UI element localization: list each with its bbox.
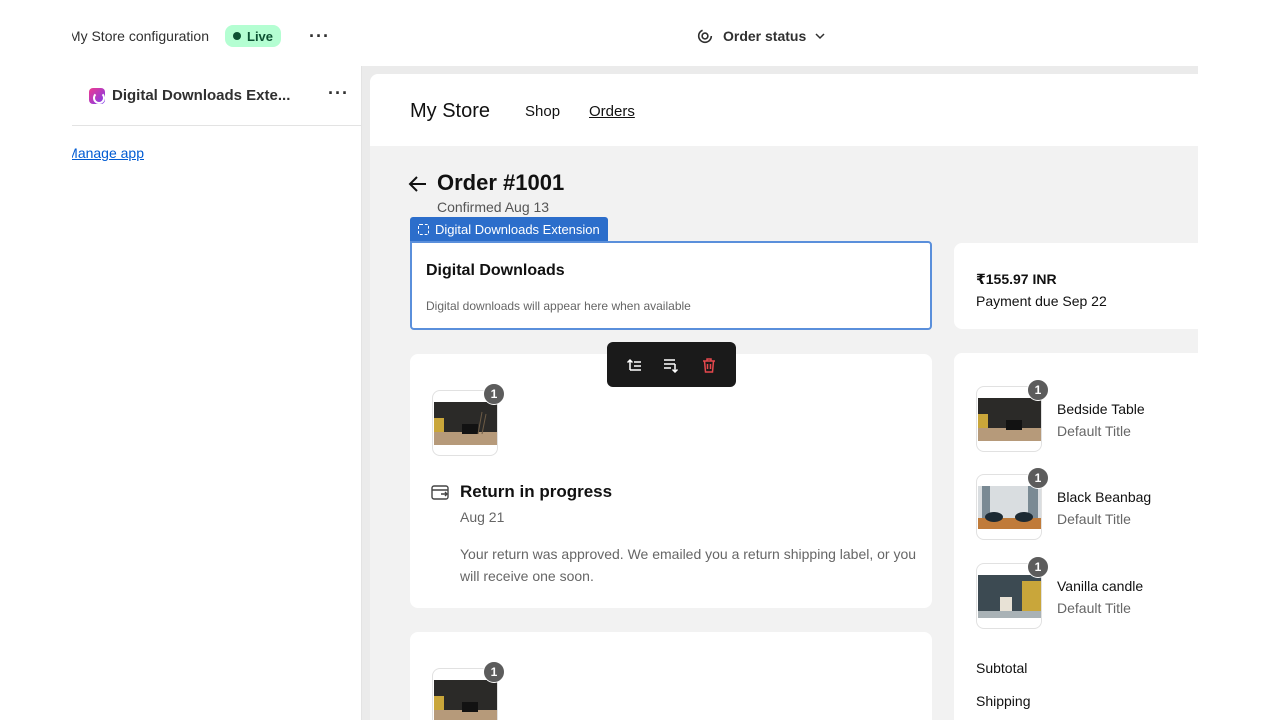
- app-logo-icon: [89, 88, 105, 104]
- checkout-preview: My Store Shop Orders Order #1001 Confirm…: [362, 66, 1198, 720]
- return-icon: [431, 485, 449, 500]
- item-variant: Default Title: [1057, 423, 1131, 439]
- extension-more-button[interactable]: ···: [328, 84, 349, 102]
- more-actions-button[interactable]: ···: [309, 27, 330, 45]
- trash-icon: [703, 357, 716, 373]
- store-config-title: My Store configuration: [72, 28, 209, 44]
- move-down-icon: [664, 358, 679, 373]
- product-image: [978, 575, 1041, 618]
- product-image: [978, 398, 1041, 441]
- nav-shop-link[interactable]: Shop: [525, 103, 560, 120]
- extension-selection-label[interactable]: Digital Downloads Extension: [410, 217, 608, 241]
- page-selector-dropdown[interactable]: Order status: [696, 27, 826, 45]
- return-description: Your return was approved. We emailed you…: [460, 546, 917, 584]
- store-name: My Store: [410, 100, 491, 122]
- back-arrow-icon[interactable]: [408, 175, 428, 193]
- top-bar: My Store configuration Live ··· Order st…: [0, 0, 1280, 66]
- item-name: Vanilla candle: [1057, 578, 1144, 594]
- quantity-badge: 1: [483, 383, 505, 405]
- order-confirmed-date: Confirmed Aug 13: [437, 199, 550, 215]
- quantity-badge: 1: [1027, 379, 1049, 401]
- selection-icon: [418, 223, 429, 235]
- editor-sidebar: Digital Downloads Exte... ··· Manage app: [72, 66, 362, 720]
- extension-item[interactable]: Digital Downloads Exte... ···: [72, 66, 362, 126]
- item-name: Bedside Table: [1057, 401, 1145, 417]
- extension-label-text: Digital Downloads Extension: [435, 221, 600, 237]
- product-image: [434, 402, 497, 445]
- order-title: Order #1001: [437, 170, 565, 195]
- quantity-badge: 1: [1027, 556, 1049, 578]
- return-date: Aug 21: [460, 509, 505, 525]
- block-toolbar: [607, 342, 736, 387]
- extension-name: Digital Downloads Exte...: [112, 87, 291, 104]
- preview-canvas: My Store Shop Orders Order #1001 Confirm…: [370, 74, 1198, 720]
- item-name: Black Beanbag: [1057, 489, 1152, 505]
- payment-amount: ₹155.97 INR: [976, 271, 1057, 287]
- store-config-header: My Store configuration Live ···: [72, 24, 330, 48]
- move-up-icon: [626, 358, 641, 371]
- chevron-down-icon: [815, 33, 825, 40]
- order-status-label: Order status: [723, 28, 807, 44]
- manage-app-link[interactable]: Manage app: [72, 145, 144, 161]
- product-image: [978, 486, 1041, 529]
- digital-downloads-subtitle: Digital downloads will appear here when …: [426, 299, 691, 313]
- move-up-button[interactable]: [620, 351, 648, 379]
- payment-due-date: Payment due Sep 22: [976, 293, 1107, 309]
- payment-summary-card: ₹155.97 INR Payment due Sep 22: [954, 243, 1198, 329]
- product-image: [434, 680, 497, 720]
- delete-button[interactable]: [695, 351, 723, 379]
- order-items-card: 1 Bedside Table Default Title 1 Black Be…: [954, 353, 1198, 720]
- live-label: Live: [247, 28, 274, 44]
- subtotal-label: Subtotal: [976, 660, 1028, 676]
- order-status-icon: [697, 28, 713, 44]
- store-header: My Store Shop Orders: [370, 74, 1198, 146]
- live-status-badge: Live: [225, 25, 282, 47]
- nav-orders-link[interactable]: Orders: [589, 103, 635, 120]
- digital-downloads-block[interactable]: Digital Downloads Digital downloads will…: [410, 241, 932, 330]
- item-variant: Default Title: [1057, 511, 1131, 527]
- shipping-label: Shipping: [976, 693, 1031, 709]
- quantity-badge: 1: [1027, 467, 1049, 489]
- return-status-card: 1 Return in progress Aug 21 Your return …: [410, 354, 932, 608]
- fulfillment-card: 1: [410, 632, 932, 720]
- quantity-badge: 1: [483, 661, 505, 683]
- live-dot-icon: [233, 32, 241, 40]
- move-down-button[interactable]: [657, 351, 685, 379]
- item-variant: Default Title: [1057, 600, 1131, 616]
- digital-downloads-title: Digital Downloads: [426, 262, 565, 279]
- return-title: Return in progress: [460, 482, 613, 501]
